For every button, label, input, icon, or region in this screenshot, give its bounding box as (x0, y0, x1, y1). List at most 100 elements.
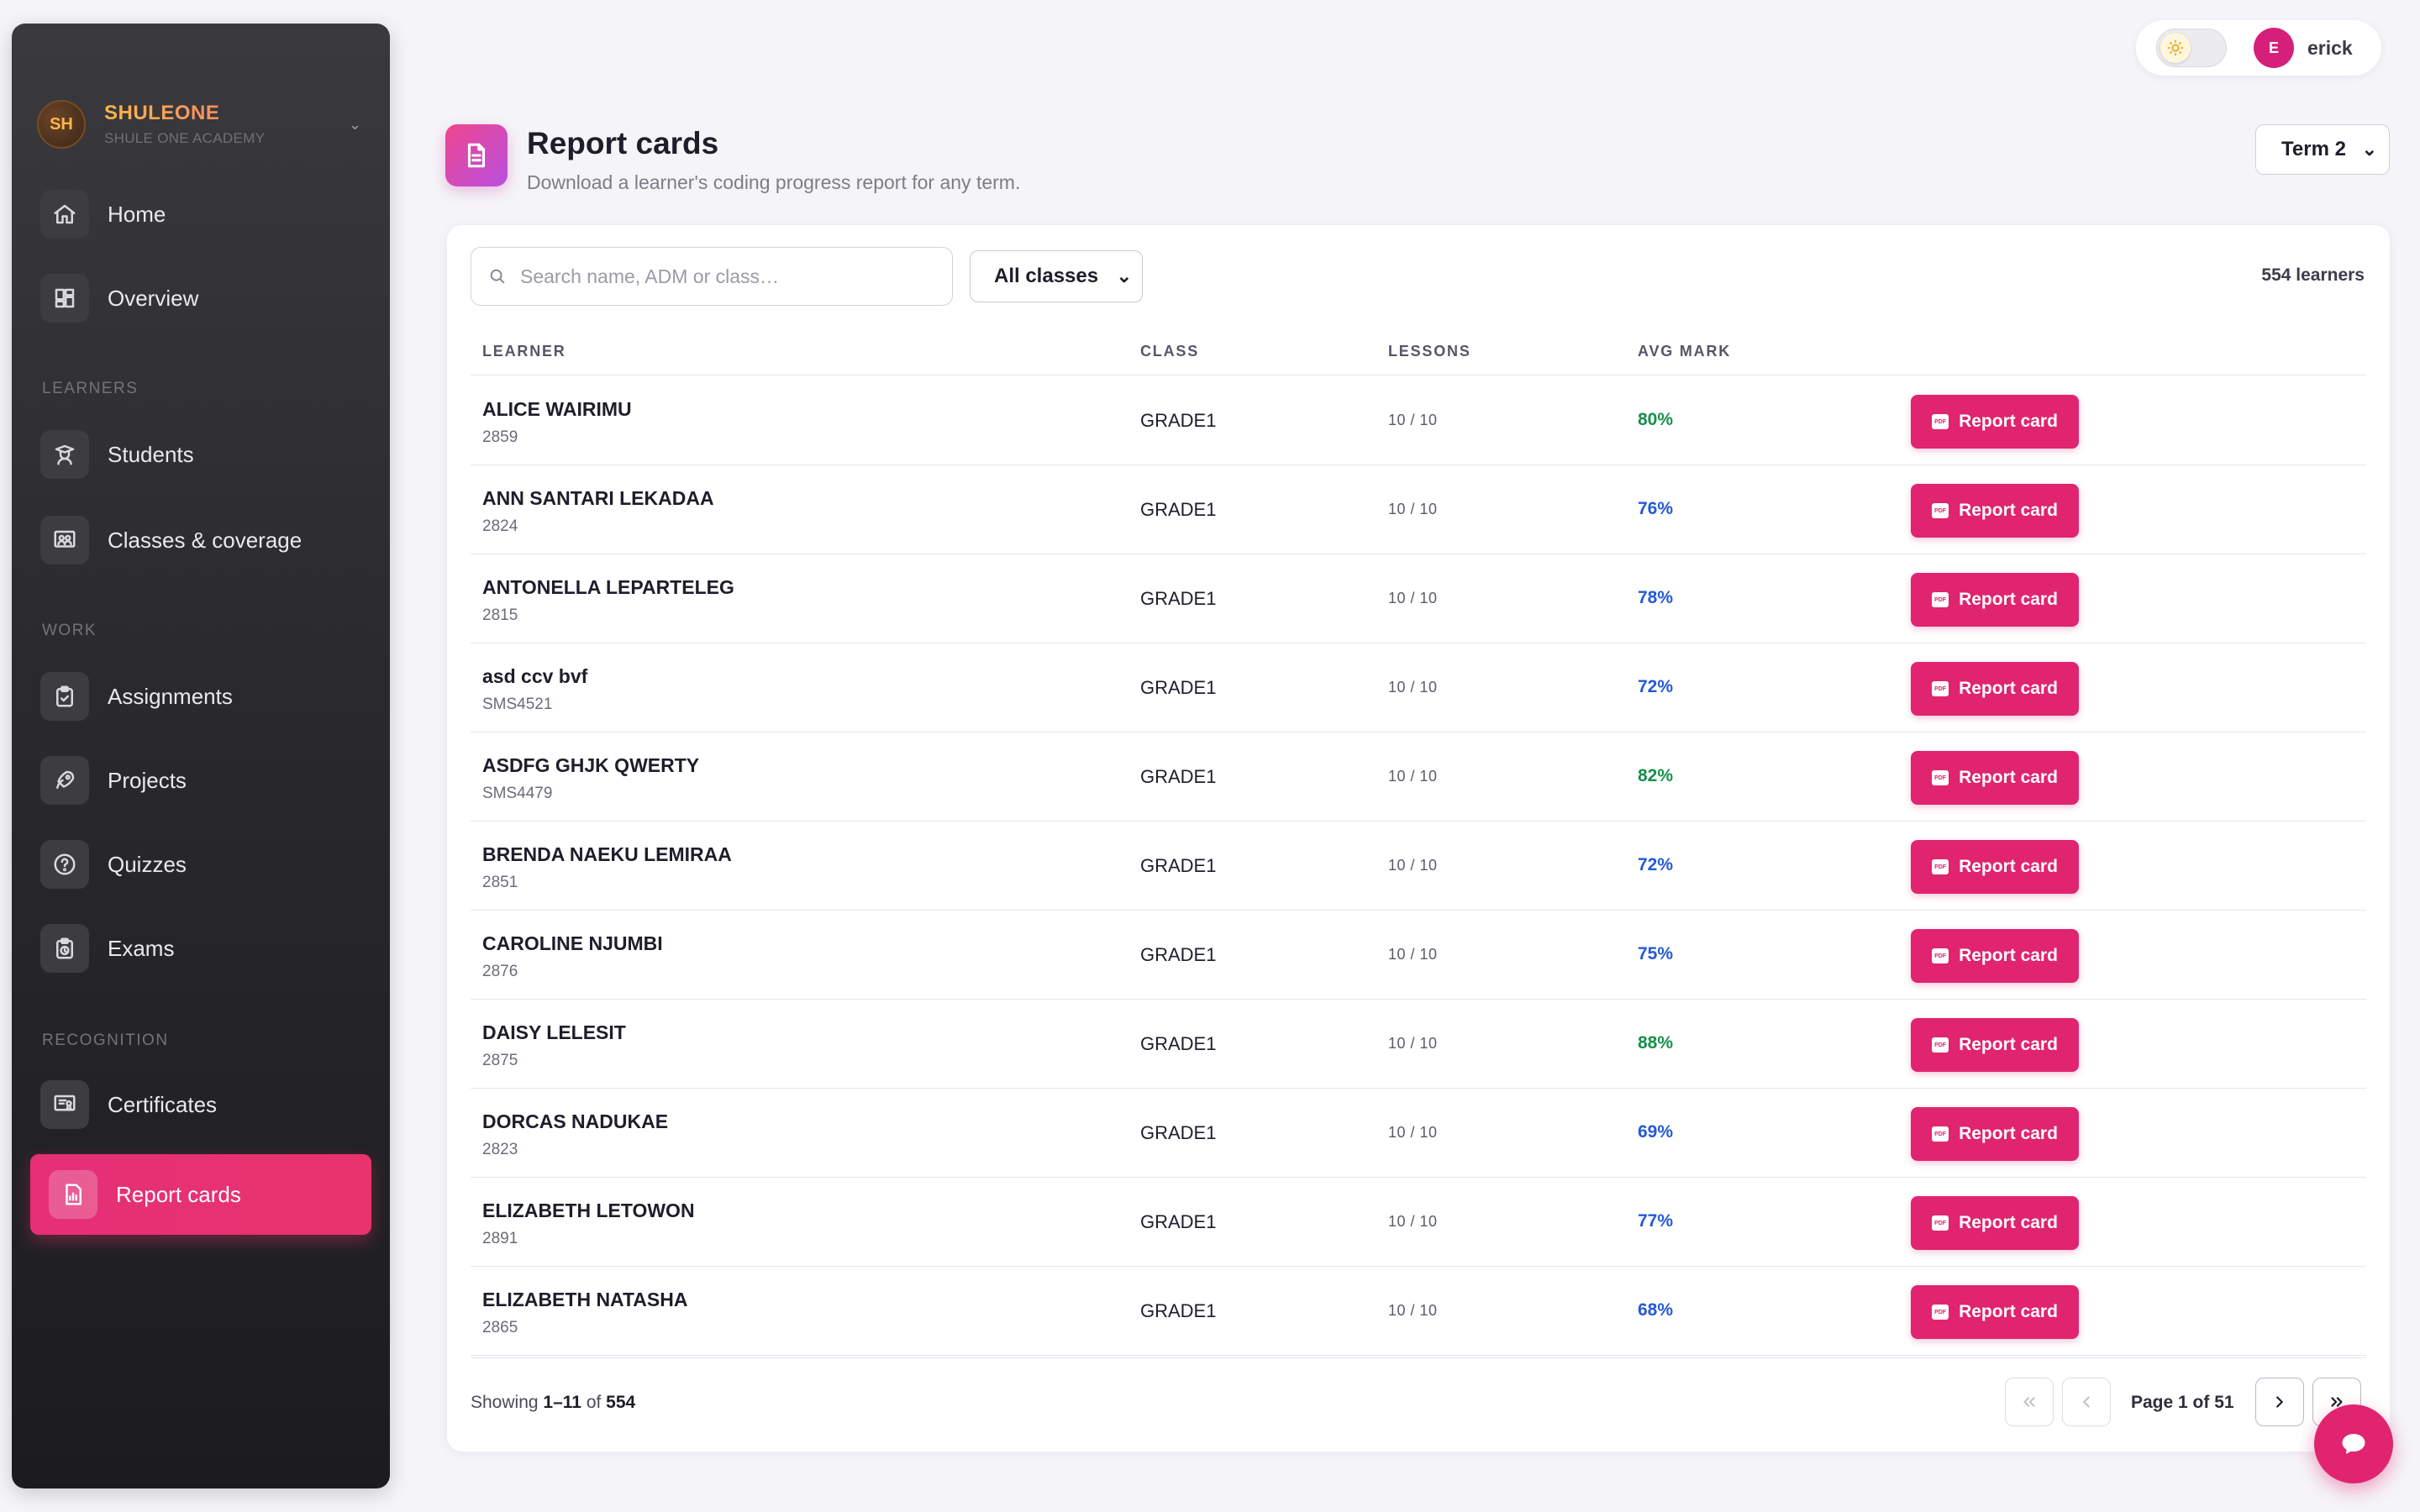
lessons-completed: 10 / 10 (1388, 857, 1438, 874)
sidebar-item-certificates[interactable]: Certificates (40, 1077, 376, 1132)
sidebar-item-label: Classes & coverage (108, 527, 302, 553)
table-row: asd ccv bvf SMS4521 GRADE1 10 / 10 72% PDF Rep… (471, 643, 2366, 732)
learner-adm: 2815 (482, 606, 518, 624)
rocket-icon (40, 756, 89, 805)
learner-adm: 2876 (482, 963, 518, 980)
learner-class: GRADE1 (1140, 588, 1217, 609)
next-page-button[interactable] (2255, 1378, 2304, 1426)
column-header-avg-mark: AVG MARK (1638, 343, 1732, 360)
clipboard-clock-icon (40, 924, 89, 973)
report-card-button[interactable]: PDF Report card (1911, 395, 2079, 449)
lessons-completed: 10 / 10 (1388, 501, 1438, 517)
chat-button[interactable] (2314, 1404, 2393, 1483)
sidebar-section-learners: LEARNERS (42, 380, 139, 397)
theme-toggle[interactable] (2156, 29, 2227, 67)
report-card-button[interactable]: PDF Report card (1911, 1107, 2079, 1161)
chevrons-left-icon (2023, 1397, 2035, 1407)
report-card-button[interactable]: PDF Report card (1911, 929, 2079, 983)
sun-icon (2160, 33, 2191, 63)
learner-class: GRADE1 (1140, 944, 1217, 965)
pdf-icon: PDF (1932, 414, 1949, 429)
report-card-button[interactable]: PDF Report card (1911, 1018, 2079, 1072)
report-card-button[interactable]: PDF Report card (1911, 662, 2079, 716)
sidebar: SH SHULEONE SHULE ONE ACADEMY ⌄ Home Ove… (12, 24, 390, 1488)
chevron-down-icon: ⌄ (1116, 265, 1132, 286)
sidebar-item-label: Quizzes (108, 851, 187, 877)
user-name[interactable]: erick (2307, 37, 2353, 60)
learner-adm: 2891 (482, 1230, 518, 1247)
pdf-icon: PDF (1932, 503, 1949, 518)
sidebar-item-exams[interactable]: Exams (40, 921, 376, 976)
report-card-button-label: Report card (1959, 590, 2058, 609)
learner-name: DAISY LELESIT (482, 1021, 626, 1043)
sidebar-item-label: Overview (108, 285, 199, 311)
report-card-button[interactable]: PDF Report card (1911, 840, 2079, 894)
report-card-button[interactable]: PDF Report card (1911, 484, 2079, 538)
report-card-button[interactable]: PDF Report card (1911, 751, 2079, 805)
report-cards-panel: All classes ⌄ 554 learners LEARNER CLASS… (447, 225, 2390, 1452)
sidebar-item-assignments[interactable]: Assignments (40, 669, 376, 724)
report-card-button-label: Report card (1959, 1302, 2058, 1321)
pdf-icon: PDF (1932, 1126, 1949, 1142)
search-icon (490, 269, 505, 284)
sidebar-item-quizzes[interactable]: Quizzes (40, 837, 376, 892)
sidebar-section-recognition: RECOGNITION (42, 1032, 169, 1049)
first-page-button[interactable] (2005, 1378, 2054, 1426)
sidebar-item-classes[interactable]: Classes & coverage (40, 512, 376, 568)
learner-adm: 2865 (482, 1319, 518, 1336)
term-select-value: Term 2 (2281, 138, 2346, 160)
pdf-icon: PDF (1932, 859, 1949, 874)
learner-name: CAROLINE NJUMBI (482, 932, 663, 954)
table-row: ALICE WAIRIMU 2859 GRADE1 10 / 10 80% PDF Repo… (471, 376, 2366, 465)
avg-mark: 82% (1638, 766, 1674, 785)
sidebar-item-projects[interactable]: Projects (40, 753, 376, 808)
chat-bubble-icon (2342, 1434, 2365, 1454)
avg-mark: 72% (1638, 677, 1674, 696)
chevron-left-icon (2083, 1396, 2090, 1408)
sidebar-item-home[interactable]: Home (40, 186, 376, 242)
avg-mark: 69% (1638, 1122, 1674, 1142)
report-card-button[interactable]: PDF Report card (1911, 573, 2079, 627)
learner-class: GRADE1 (1140, 1033, 1217, 1054)
sidebar-item-label: Home (108, 201, 166, 227)
avg-mark: 78% (1638, 588, 1674, 607)
learner-name: ELIZABETH NATASHA (482, 1289, 688, 1310)
class-filter-select[interactable]: All classes ⌄ (970, 250, 1143, 302)
term-select[interactable]: Term 2 ⌄ (2255, 124, 2390, 175)
learner-class: GRADE1 (1140, 677, 1217, 698)
help-circle-icon (40, 840, 89, 889)
report-card-button-label: Report card (1959, 857, 2058, 876)
previous-page-button[interactable] (2062, 1378, 2111, 1426)
user-avatar[interactable]: E (2254, 28, 2294, 68)
sidebar-item-label: Report cards (116, 1181, 241, 1207)
school-avatar: SH (37, 100, 86, 149)
learner-name: asd ccv bvf (482, 665, 588, 687)
report-card-button-label: Report card (1959, 1213, 2058, 1232)
lessons-completed: 10 / 10 (1388, 1213, 1438, 1230)
avg-mark: 88% (1638, 1033, 1674, 1053)
report-card-button[interactable]: PDF Report card (1911, 1196, 2079, 1250)
avg-mark: 75% (1638, 944, 1674, 963)
sidebar-item-students[interactable]: Students (40, 427, 376, 482)
report-card-button-label: Report card (1959, 412, 2058, 431)
dashboard-icon (40, 274, 89, 323)
report-card-button-label: Report card (1959, 679, 2058, 698)
sidebar-item-overview[interactable]: Overview (40, 270, 376, 326)
page-title: Report cards (527, 126, 719, 160)
sidebar-section-work: WORK (42, 622, 97, 639)
report-card-button-label: Report card (1959, 768, 2058, 787)
column-header-learner: LEARNER (482, 343, 566, 360)
classroom-icon (40, 516, 89, 564)
learner-class: GRADE1 (1140, 410, 1217, 431)
search-input[interactable] (520, 265, 923, 288)
report-card-button-label: Report card (1959, 946, 2058, 965)
chevron-down-icon: ⌄ (348, 115, 361, 133)
sidebar-item-report-cards[interactable]: Report cards (30, 1154, 371, 1235)
report-card-button[interactable]: PDF Report card (1911, 1285, 2079, 1339)
search-box[interactable] (471, 247, 953, 306)
school-switcher[interactable]: SH SHULEONE SHULE ONE ACADEMY ⌄ (37, 91, 373, 158)
pdf-icon: PDF (1932, 592, 1949, 607)
pdf-icon: PDF (1932, 770, 1949, 785)
showing-range: 1–11 (543, 1393, 581, 1412)
learner-class: GRADE1 (1140, 1211, 1217, 1232)
